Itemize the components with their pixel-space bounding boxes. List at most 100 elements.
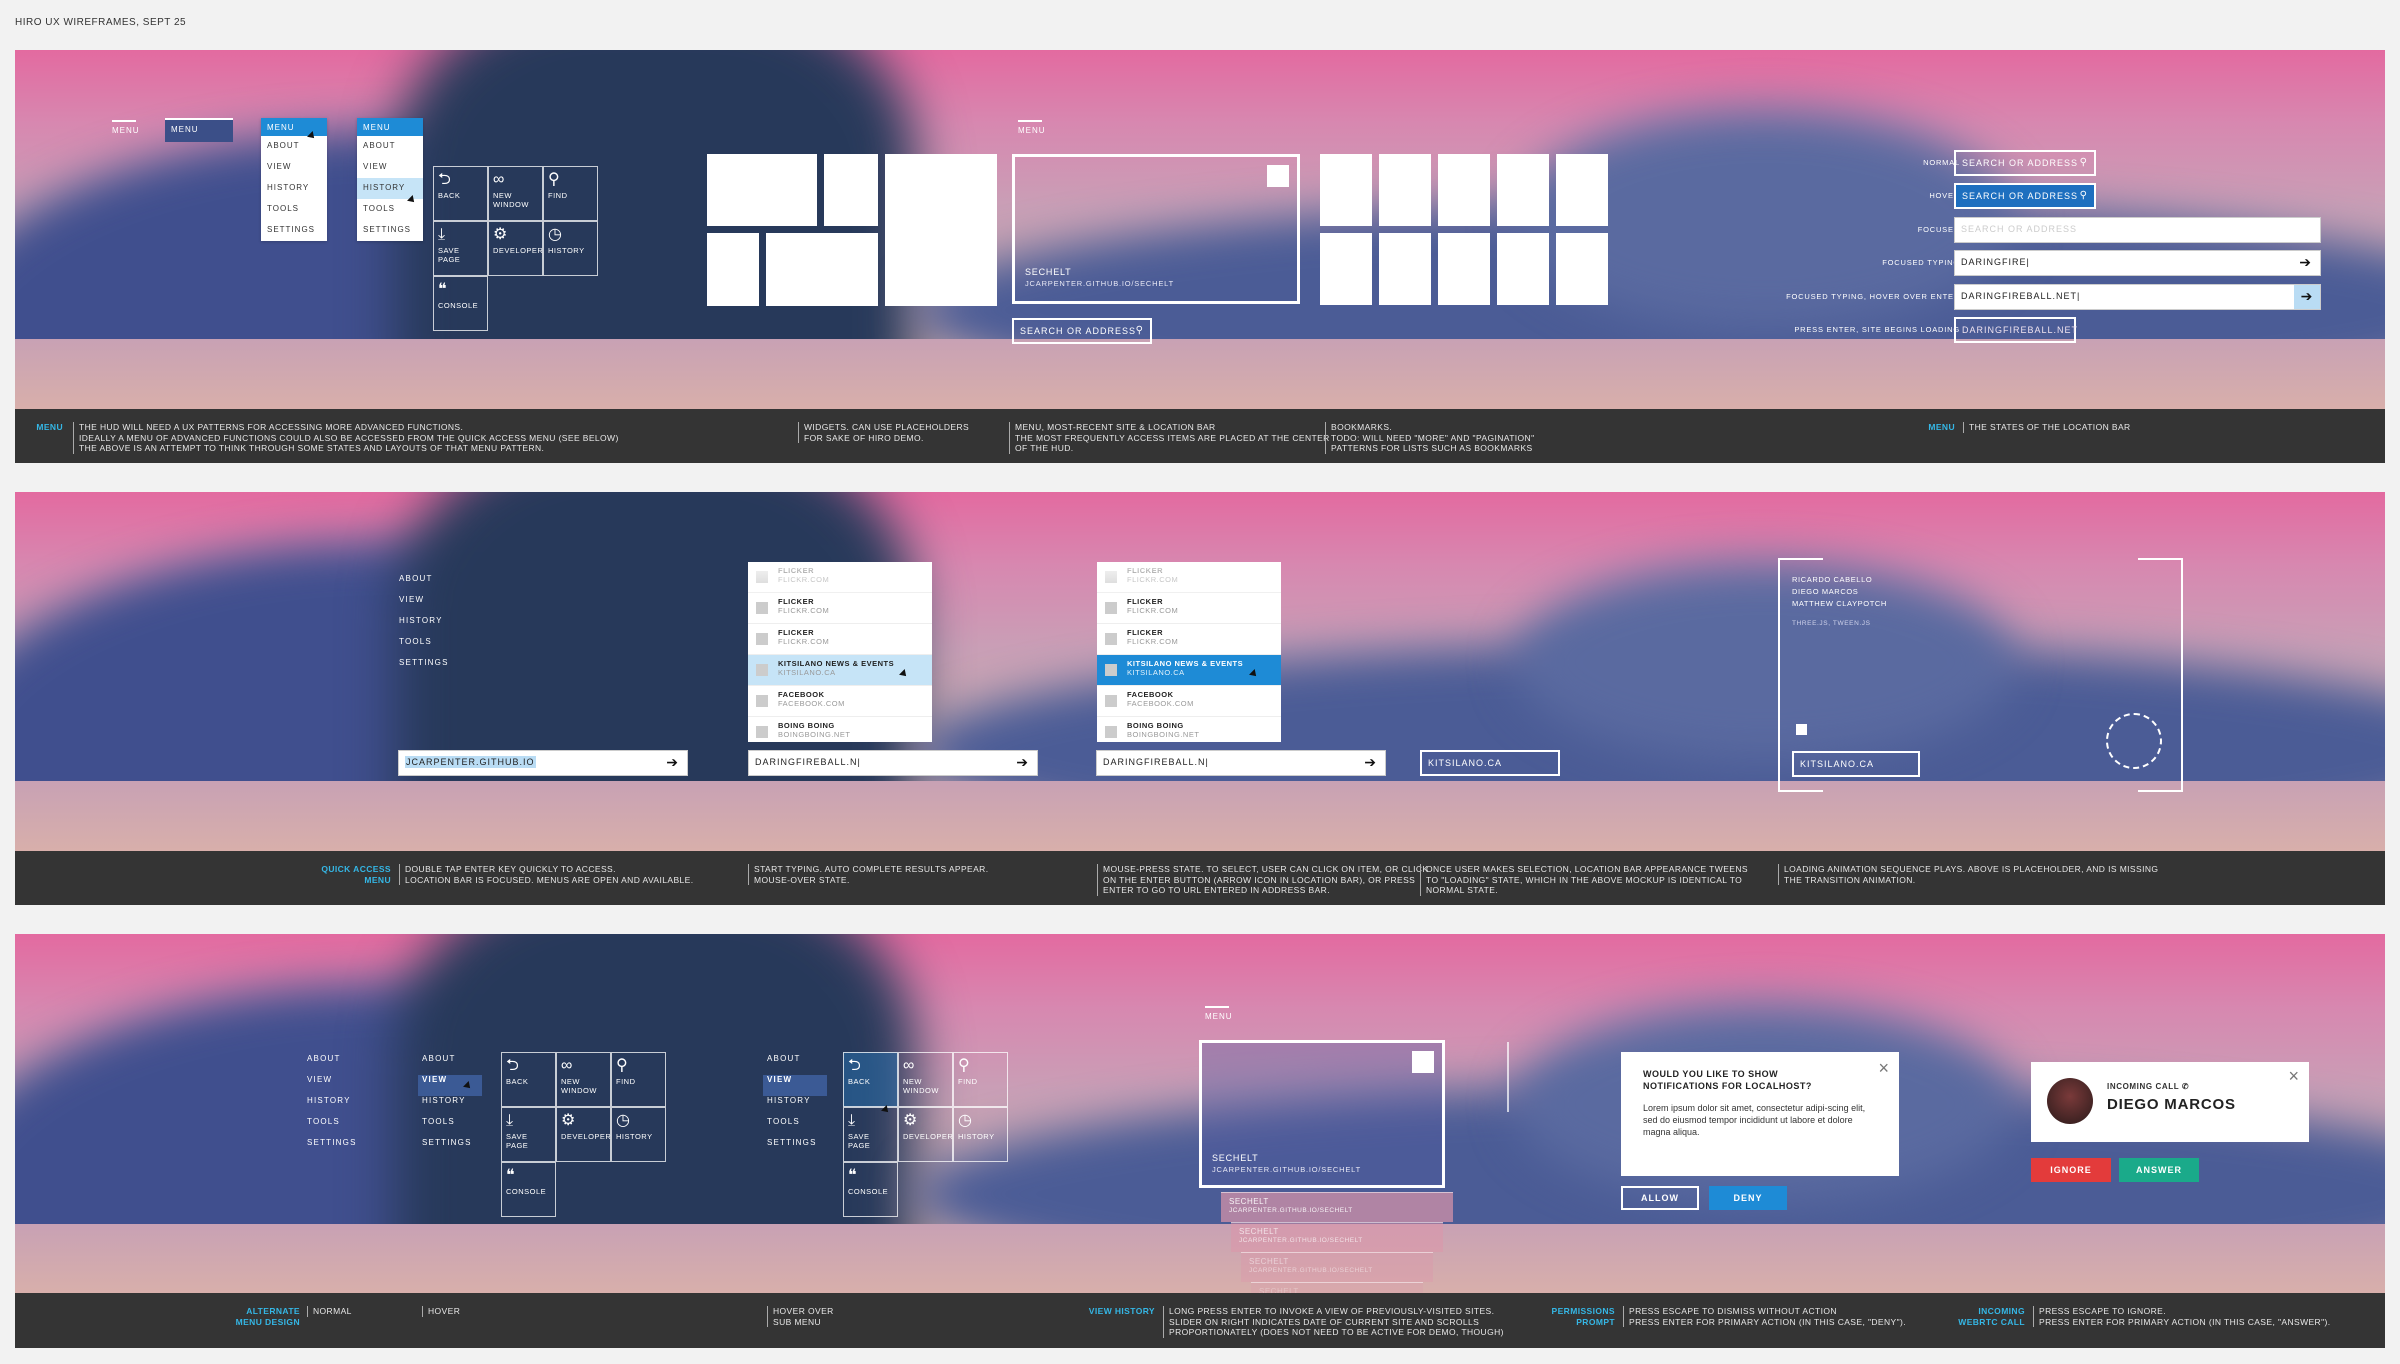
menu-item-hover[interactable]: VIEW (763, 1075, 827, 1096)
bookmark-tile[interactable] (1497, 233, 1549, 305)
quick-new-window-button[interactable]: ∞ NEW WINDOW (898, 1052, 953, 1107)
bookmark-tile[interactable] (1556, 233, 1608, 305)
location-bar[interactable]: DARINGFIREBALL.N| ➔ (1096, 750, 1386, 776)
menu-tab-hover[interactable]: MENU (165, 118, 233, 142)
bookmark-tile[interactable] (1556, 154, 1608, 226)
quick-find-button[interactable]: ⚲ FIND (543, 166, 598, 221)
quick-back-button[interactable]: ⮌ BACK (501, 1052, 556, 1107)
menu-item[interactable]: VIEW (261, 157, 327, 178)
quick-history-button[interactable]: ◷ HISTORY (543, 221, 598, 276)
autocomplete-item[interactable]: BOING BOING BOINGBOING.NET (1097, 717, 1281, 742)
history-site-card[interactable]: SECHELT JCARPENTER.GITHUB.IO/SECHELT (1199, 1040, 1445, 1188)
quick-back-button[interactable]: ⮌ BACK (433, 166, 488, 221)
menu-item[interactable]: TOOLS (261, 199, 327, 220)
autocomplete-item[interactable]: FLICKERFLICKR.COM (1097, 624, 1281, 655)
quick-console-button[interactable]: ❝ CONSOLE (843, 1162, 898, 1217)
quick-new-window-button[interactable]: ∞ NEW WINDOW (488, 166, 543, 221)
autocomplete-item[interactable]: FLICKERFLICKR.COM (748, 624, 932, 655)
center-menu-tab[interactable]: MENU (1018, 120, 1046, 135)
location-bar[interactable]: DARINGFIREBALL.N| ➔ (748, 750, 1038, 776)
location-bar-typing[interactable]: DARINGFIREBALL.NET| ➔ (1954, 284, 2321, 310)
location-bar-typing[interactable]: DARINGFIRE| ➔ (1954, 250, 2321, 276)
menu-item[interactable]: SETTINGS (422, 1138, 482, 1159)
close-icon[interactable]: × (1878, 1058, 1889, 1079)
history-stack-item[interactable]: SECHELTJCARPENTER.GITHUB.IO/SECHELT (1241, 1252, 1433, 1282)
arrow-right-icon[interactable]: ➔ (1364, 754, 1377, 771)
quick-save-page-button[interactable]: ⤓ SAVE PAGE (843, 1107, 898, 1162)
quick-new-window-button[interactable]: ∞ NEW WINDOW (556, 1052, 611, 1107)
autocomplete-item[interactable]: FLICKERFLICKR.COM (748, 593, 932, 624)
location-bar-hover[interactable]: SEARCH OR ADDRESS ⚲ (1954, 183, 2096, 209)
history-slider[interactable] (1507, 1042, 1509, 1112)
menu-item[interactable]: SETTINGS (261, 220, 327, 241)
bookmark-tile[interactable] (1497, 154, 1549, 226)
menu-item[interactable]: VIEW (307, 1075, 357, 1096)
bookmark-tile[interactable] (1438, 154, 1490, 226)
menu-tab[interactable]: MENU (1205, 1006, 1233, 1021)
quick-back-button[interactable]: ⮌ BACK (843, 1052, 898, 1107)
quick-console-button[interactable]: ❝ CONSOLE (433, 276, 488, 331)
autocomplete-item[interactable]: FLICKERFLICKR.COM (1097, 593, 1281, 624)
menu-item[interactable]: SETTINGS (399, 658, 449, 679)
menu-item[interactable]: ABOUT (422, 1054, 482, 1075)
menu-item[interactable]: ABOUT (767, 1054, 827, 1075)
location-bar-loading[interactable]: KITSILANO.CA (1420, 750, 1560, 776)
menu-item[interactable]: TOOLS (767, 1117, 827, 1138)
allow-button[interactable]: ALLOW (1621, 1186, 1699, 1210)
widget-tile[interactable] (707, 154, 817, 226)
widget-tile[interactable] (824, 154, 878, 226)
deny-button[interactable]: DENY (1709, 1186, 1787, 1210)
menu-item[interactable]: ABOUT (399, 574, 449, 595)
location-bar-focused[interactable]: SEARCH OR ADDRESS (1954, 217, 2321, 243)
location-bar-normal[interactable]: SEARCH OR ADDRESS ⚲ (1954, 150, 2096, 176)
menu-item[interactable]: VIEW (399, 595, 449, 616)
quick-save-page-button[interactable]: ⤓ SAVE PAGE (501, 1107, 556, 1162)
quick-history-button[interactable]: ◷ HISTORY (611, 1107, 666, 1162)
bookmark-tile[interactable] (1379, 154, 1431, 226)
location-bar-loading[interactable]: KITSILANO.CA (1792, 751, 1920, 777)
quick-save-page-button[interactable]: ⤓ SAVE PAGE (433, 221, 488, 276)
widget-tile[interactable] (885, 154, 997, 306)
menu-item[interactable]: SETTINGS (357, 220, 423, 241)
menu-item[interactable]: VIEW (357, 157, 423, 178)
bookmark-tile[interactable] (1320, 233, 1372, 305)
quick-developer-button[interactable]: ⚙ DEVELOPER (898, 1107, 953, 1162)
menu-item[interactable]: HISTORY (261, 178, 327, 199)
quick-find-button[interactable]: ⚲ FIND (611, 1052, 666, 1107)
quick-history-button[interactable]: ◷ HISTORY (953, 1107, 1008, 1162)
menu-item[interactable]: TOOLS (307, 1117, 357, 1138)
autocomplete-item[interactable]: FACEBOOK FACEBOOK.COM (748, 686, 932, 717)
arrow-right-icon[interactable]: ➔ (2299, 254, 2312, 271)
bookmark-tile[interactable] (1379, 233, 1431, 305)
widget-tile[interactable] (766, 233, 878, 306)
widget-tile[interactable] (707, 233, 759, 306)
menu-item[interactable]: TOOLS (399, 637, 449, 658)
menu-item[interactable]: ABOUT (307, 1054, 357, 1075)
menu-item[interactable]: HISTORY (307, 1096, 357, 1117)
quick-find-button[interactable]: ⚲ FIND (953, 1052, 1008, 1107)
menu-item[interactable]: HISTORY (399, 616, 449, 637)
menu-header[interactable]: MENU (261, 118, 327, 136)
menu-dropdown-open[interactable]: MENU ABOUT VIEW HISTORY TOOLS SETTINGS (261, 118, 327, 241)
recent-site-card[interactable]: SECHELT JCARPENTER.GITHUB.IO/SECHELT (1012, 154, 1300, 304)
menu-item[interactable]: ABOUT (261, 136, 327, 157)
arrow-right-icon[interactable]: ➔ (666, 754, 679, 771)
menu-item[interactable]: ABOUT (357, 136, 423, 157)
ignore-button[interactable]: IGNORE (2031, 1158, 2111, 1182)
menu-header[interactable]: MENU (357, 118, 423, 136)
quick-developer-button[interactable]: ⚙ DEVELOPER (556, 1107, 611, 1162)
autocomplete-item[interactable]: FACEBOOK FACEBOOK.COM (1097, 686, 1281, 717)
menu-dropdown-submenu[interactable]: MENU ABOUT VIEW HISTORY TOOLS SETTINGS (357, 118, 423, 241)
quick-console-button[interactable]: ❝ CONSOLE (501, 1162, 556, 1217)
menu-item[interactable]: SETTINGS (767, 1138, 827, 1159)
location-bar[interactable]: JCARPENTER.GITHUB.IO ➔ (398, 750, 688, 776)
menu-tab[interactable]: MENU (112, 120, 140, 135)
menu-item[interactable]: TOOLS (422, 1117, 482, 1138)
bookmark-tile[interactable] (1320, 154, 1372, 226)
menu-item[interactable]: HISTORY (767, 1096, 827, 1117)
close-icon[interactable]: × (2288, 1066, 2299, 1087)
quick-developer-button[interactable]: ⚙ DEVELOPER (488, 221, 543, 276)
menu-item[interactable]: SETTINGS (307, 1138, 357, 1159)
arrow-right-icon[interactable]: ➔ (2294, 285, 2320, 309)
history-stack-item[interactable]: SECHELTJCARPENTER.GITHUB.IO/SECHELT (1221, 1192, 1453, 1222)
